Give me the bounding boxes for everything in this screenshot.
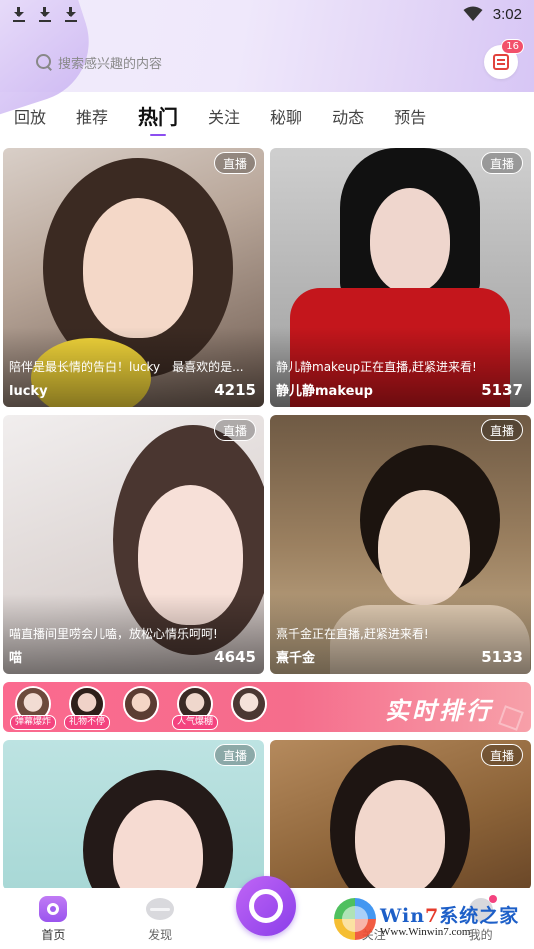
wifi-icon (463, 6, 483, 22)
live-card[interactable]: 直播 (3, 740, 264, 890)
nav-discover[interactable]: 发现 (120, 888, 200, 943)
home-icon (39, 896, 68, 922)
ranking-avatar[interactable] (123, 686, 159, 722)
live-badge: 直播 (213, 152, 256, 174)
download-icon (64, 6, 78, 22)
ranking-tag: 人气爆棚 (171, 715, 219, 730)
realtime-ranking-banner[interactable]: 弹幕爆炸 礼物不停 人气爆棚 实时排行 (3, 682, 531, 732)
download-icon (38, 6, 52, 22)
tab-replay[interactable]: 回放 (14, 96, 46, 136)
tab-indicator (150, 134, 167, 136)
ranking-avatar[interactable]: 礼物不停 (63, 686, 111, 730)
ranking-avatar[interactable]: 弹幕爆炸 (9, 686, 57, 730)
tab-hot[interactable]: 热门 (138, 96, 178, 136)
streamer-name: 静儿静makeup (276, 384, 373, 399)
nav-label: 首页 (41, 928, 66, 942)
tab-follow[interactable]: 关注 (208, 96, 240, 136)
ranking-avatar[interactable]: 人气爆棚 (171, 686, 219, 730)
stream-description: 熹千金正在直播,赶紧进来看! (276, 627, 429, 641)
start-live-button[interactable] (236, 876, 296, 936)
live-card[interactable]: 直播 静儿静makeup正在直播,赶紧进来看! 静儿静makeup 5137 (270, 148, 531, 407)
nav-label: 发现 (148, 928, 173, 942)
viewer-count: 4645 (214, 648, 256, 666)
streamer-name: lucky (9, 384, 48, 399)
category-tabs: 回放 推荐 热门 关注 秘聊 动态 预告 (0, 96, 534, 140)
viewer-count: 5137 (481, 381, 523, 399)
watermark-brand-prefix: Win (380, 904, 426, 927)
status-bar: 3:02 (0, 0, 534, 28)
watermark-url: Www.Winwin7.com (380, 925, 471, 938)
ranking-tag: 弹幕爆炸 (9, 715, 57, 730)
banner-decoration (498, 705, 524, 731)
ranking-title: 实时排行 (385, 697, 493, 725)
stream-description: 静儿静makeup正在直播,赶紧进来看! (276, 360, 477, 374)
stream-description: 陪伴是最长情的告白！lucky 最喜欢的是... (9, 360, 244, 374)
search-icon (36, 54, 52, 70)
stream-description: 喵直播间里唠会儿嗑，放松心情乐呵呵! (9, 627, 218, 641)
live-badge: 直播 (213, 419, 256, 441)
ranking-tag: 礼物不停 (63, 715, 111, 730)
status-clock: 3:02 (492, 5, 522, 23)
watermark-brand-seven: 7 (425, 904, 440, 927)
tab-label: 热门 (138, 105, 179, 129)
ranking-avatar[interactable] (231, 686, 267, 722)
watermark: Win7系统之家 Www.Winwin7.com (334, 892, 530, 946)
search-placeholder: 搜索感兴趣的内容 (58, 56, 163, 72)
tab-moments[interactable]: 动态 (332, 96, 364, 136)
message-icon (493, 54, 509, 70)
live-badge: 直播 (480, 419, 523, 441)
live-badge: 直播 (480, 744, 523, 766)
tab-label: 预告 (394, 108, 427, 127)
live-card[interactable]: 直播 (270, 740, 531, 890)
streamer-name: 熹千金 (276, 651, 316, 666)
search-input[interactable]: 搜索感兴趣的内容 (28, 45, 476, 79)
tab-label: 回放 (14, 108, 47, 127)
live-card[interactable]: 直播 喵直播间里唠会儿嗑，放松心情乐呵呵! 喵 4645 (3, 415, 264, 674)
download-icon (12, 6, 26, 22)
live-card[interactable]: 直播 陪伴是最长情的告白！lucky 最喜欢的是... lucky 4215 (3, 148, 264, 407)
tab-recommend[interactable]: 推荐 (76, 96, 108, 136)
tab-private-chat[interactable]: 秘聊 (270, 96, 302, 136)
live-badge: 直播 (480, 152, 523, 174)
tab-label: 动态 (332, 108, 365, 127)
live-badge: 直播 (213, 744, 256, 766)
tab-preview[interactable]: 预告 (394, 96, 426, 136)
tab-label: 推荐 (76, 108, 109, 127)
watermark-brand-suffix: 系统之家 (439, 904, 520, 927)
message-badge: 16 (501, 39, 524, 54)
live-icon (249, 889, 283, 923)
viewer-count: 4215 (214, 381, 256, 399)
message-button[interactable]: 16 (484, 39, 524, 79)
nav-home[interactable]: 首页 (13, 888, 93, 943)
discover-icon (146, 898, 175, 920)
live-card[interactable]: 直播 熹千金正在直播,赶紧进来看! 熹千金 5133 (270, 415, 531, 674)
search-row: 搜索感兴趣的内容 16 (28, 39, 524, 80)
watermark-brand: Win7系统之家 (380, 901, 519, 928)
windows-logo-icon (334, 898, 376, 940)
streamer-name: 喵 (9, 651, 23, 666)
tab-label: 秘聊 (270, 108, 303, 127)
tab-label: 关注 (208, 108, 241, 127)
viewer-count: 5133 (481, 648, 523, 666)
